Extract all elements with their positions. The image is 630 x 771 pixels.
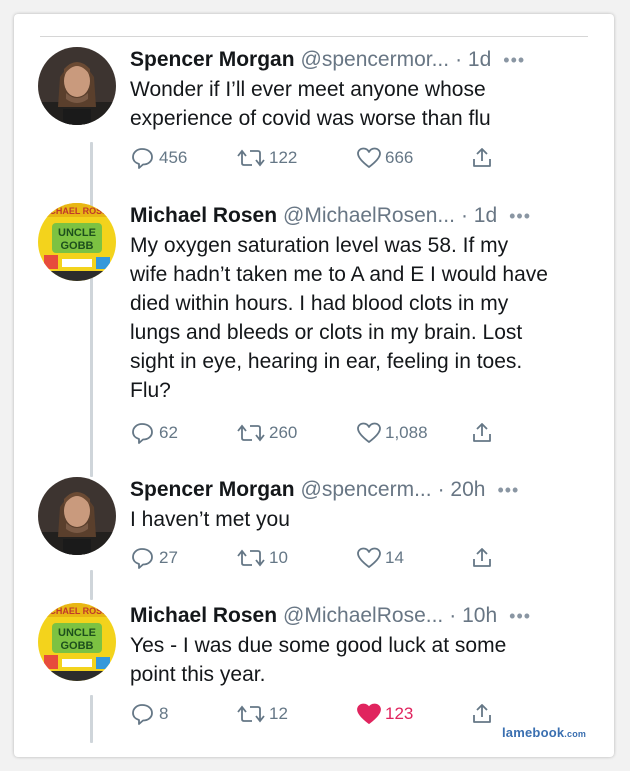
user-handle[interactable]: @MichaelRose... <box>283 603 443 629</box>
tweet-text: Wonder if I’ll ever meet anyone whose ex… <box>130 78 491 130</box>
reply-button[interactable]: 62 <box>130 420 178 446</box>
tweet-header: Michael Rosen @MichaelRosen... · 1d ••• <box>130 203 610 229</box>
heart-icon <box>356 146 385 170</box>
tweet-header: Michael Rosen @MichaelRose... · 10h ••• <box>130 603 610 629</box>
like-count: 123 <box>385 704 414 723</box>
heart-icon <box>356 421 385 445</box>
svg-text:UNCLE: UNCLE <box>58 227 96 239</box>
thread-connector <box>90 695 93 743</box>
share-button[interactable] <box>470 145 497 171</box>
share-button[interactable] <box>470 701 497 727</box>
display-name[interactable]: Spencer Morgan <box>130 47 295 73</box>
share-icon <box>470 546 497 570</box>
tweet-text: I haven’t met you <box>130 508 290 531</box>
reply-count: 456 <box>159 148 188 167</box>
reply-icon <box>130 702 159 726</box>
like-count: 1,088 <box>385 423 428 442</box>
like-count: 666 <box>385 148 414 167</box>
retweet-icon <box>236 146 269 170</box>
avatar[interactable] <box>38 47 116 125</box>
retweet-count: 122 <box>269 148 298 167</box>
share-icon <box>470 702 497 726</box>
avatar[interactable]: MICHAEL ROSEN UNCLE GOBB <box>38 603 116 681</box>
svg-text:GOBB: GOBB <box>61 640 94 652</box>
avatar[interactable] <box>38 477 116 555</box>
like-button[interactable]: 123 <box>356 701 413 727</box>
timestamp[interactable]: · 1d <box>461 203 497 229</box>
reply-icon <box>130 546 159 570</box>
reply-count: 62 <box>159 423 178 442</box>
top-divider <box>40 36 588 37</box>
retweet-button[interactable]: 12 <box>236 701 288 727</box>
retweet-icon <box>236 546 269 570</box>
like-count: 14 <box>385 548 404 567</box>
user-handle[interactable]: @spencermor... <box>301 47 450 73</box>
display-name[interactable]: Spencer Morgan <box>130 477 295 503</box>
display-name[interactable]: Michael Rosen <box>130 203 277 229</box>
reply-icon <box>130 421 159 445</box>
watermark-suffix: .com <box>564 729 587 739</box>
share-button[interactable] <box>470 545 497 571</box>
timestamp[interactable]: · 10h <box>449 603 497 629</box>
tweet-text: Yes - I was due some good luck at some p… <box>130 634 507 686</box>
retweet-count: 260 <box>269 423 298 442</box>
tweet-header: Spencer Morgan @spencerm... · 20h ••• <box>130 477 610 503</box>
retweet-count: 12 <box>269 704 288 723</box>
more-options-icon[interactable]: ••• <box>509 603 531 629</box>
reply-count: 8 <box>159 704 169 723</box>
share-icon <box>470 146 497 170</box>
svg-text:GOBB: GOBB <box>61 240 94 252</box>
more-options-icon[interactable]: ••• <box>509 203 531 229</box>
reply-button[interactable]: 27 <box>130 545 178 571</box>
share-icon <box>470 421 497 445</box>
watermark-logo: lamebook.com <box>502 725 586 740</box>
retweet-button[interactable]: 10 <box>236 545 288 571</box>
user-handle[interactable]: @MichaelRosen... <box>283 203 455 229</box>
avatar[interactable]: MICHAEL ROSEN UNCLE GOBB <box>38 203 116 281</box>
reply-count: 27 <box>159 548 178 567</box>
like-button[interactable]: 14 <box>356 545 404 571</box>
more-options-icon[interactable]: ••• <box>503 47 525 73</box>
like-button[interactable]: 666 <box>356 145 413 171</box>
retweet-count: 10 <box>269 548 288 567</box>
retweet-icon <box>236 702 269 726</box>
thread-connector <box>90 277 93 477</box>
more-options-icon[interactable]: ••• <box>497 477 519 503</box>
reply-icon <box>130 146 159 170</box>
heart-filled-icon <box>356 702 385 726</box>
share-button[interactable] <box>470 420 497 446</box>
heart-icon <box>356 546 385 570</box>
svg-text:UNCLE: UNCLE <box>58 627 96 639</box>
display-name[interactable]: Michael Rosen <box>130 603 277 629</box>
tweet-header: Spencer Morgan @spencermor... · 1d ••• <box>130 47 610 73</box>
user-handle[interactable]: @spencerm... <box>301 477 432 503</box>
tweet-text: My oxygen saturation level was 58. If my… <box>130 234 548 402</box>
timestamp[interactable]: · 1d <box>455 47 491 73</box>
retweet-button[interactable]: 260 <box>236 420 297 446</box>
like-button[interactable]: 1,088 <box>356 420 428 446</box>
retweet-button[interactable]: 122 <box>236 145 297 171</box>
timestamp[interactable]: · 20h <box>438 477 486 503</box>
watermark-text: lamebook <box>502 725 565 740</box>
thread-connector <box>90 570 93 600</box>
retweet-icon <box>236 421 269 445</box>
reply-button[interactable]: 456 <box>130 145 187 171</box>
reply-button[interactable]: 8 <box>130 701 168 727</box>
